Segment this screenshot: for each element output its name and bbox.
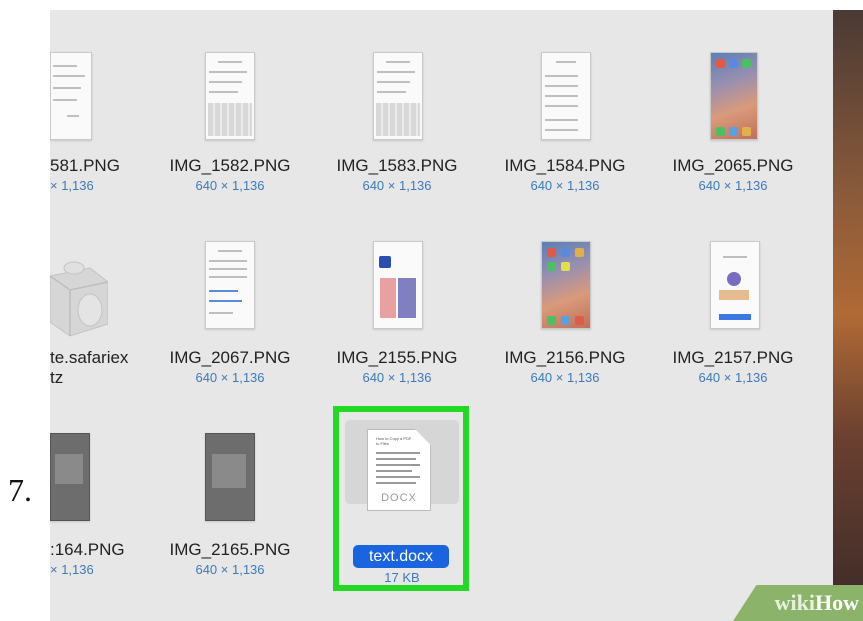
file-thumbnail[interactable] [541, 52, 591, 140]
file-size: 640 × 1,136 [195, 562, 265, 577]
file-name: IMG_2157.PNG [672, 348, 794, 367]
file-name: IMG_1583.PNG [336, 156, 458, 175]
file-item[interactable]: 581.PNG × 1,136 [50, 156, 140, 206]
file-size: 640 × 1,136 [195, 370, 265, 385]
file-size: × 1,136 [50, 562, 94, 577]
file-size: 640 × 1,136 [195, 178, 265, 193]
file-size: 640 × 1,136 [362, 178, 432, 193]
file-item[interactable]: :164.PNG × 1,136 [50, 540, 140, 590]
file-item[interactable]: IMG_1584.PNG 640 × 1,136 [495, 156, 635, 206]
file-item[interactable]: IMG_2155.PNG 640 × 1,136 [327, 348, 467, 398]
file-item[interactable]: IMG_1583.PNG 640 × 1,136 [327, 156, 467, 206]
selected-file-size: 17 KB [384, 570, 420, 585]
desktop-wallpaper [833, 10, 863, 621]
selected-file-name[interactable]: text.docx [353, 545, 449, 568]
file-thumbnail[interactable] [50, 52, 92, 140]
file-thumbnail[interactable] [373, 241, 423, 329]
file-size: 640 × 1,136 [530, 178, 600, 193]
docx-file-icon[interactable]: How to Copy a PDF to Files DOCX [367, 429, 431, 511]
file-item[interactable]: IMG_2156.PNG 640 × 1,136 [495, 348, 635, 398]
file-thumbnail[interactable] [50, 433, 90, 521]
file-thumbnail[interactable] [205, 433, 255, 521]
file-name: :164.PNG [50, 540, 125, 559]
file-thumbnail[interactable] [205, 52, 255, 140]
file-thumbnail[interactable] [373, 52, 423, 140]
file-size: 640 × 1,136 [698, 370, 768, 385]
file-size: 640 × 1,136 [362, 370, 432, 385]
file-name: 581.PNG [50, 156, 120, 175]
file-thumbnail[interactable] [710, 52, 758, 140]
file-item[interactable]: te.safariex tz [50, 348, 150, 398]
file-name: IMG_2067.PNG [169, 348, 291, 367]
file-name: IMG_1582.PNG [169, 156, 291, 175]
doc-title: How to Copy a PDF to Files [376, 436, 412, 446]
file-name: IMG_2065.PNG [672, 156, 794, 175]
file-name: IMG_2165.PNG [169, 540, 291, 559]
file-name: IMG_2156.PNG [504, 348, 626, 367]
file-name-line2: tz [50, 368, 64, 387]
file-name: IMG_1584.PNG [504, 156, 626, 175]
file-thumbnail[interactable] [541, 241, 591, 329]
file-size: × 1,136 [50, 178, 94, 193]
step-number: 7. [8, 472, 32, 508]
safari-extension-icon[interactable] [50, 248, 108, 338]
docx-label: DOCX [381, 492, 417, 504]
file-thumbnail[interactable] [710, 241, 760, 329]
file-item[interactable]: IMG_2157.PNG 640 × 1,136 [663, 348, 803, 398]
file-thumbnail[interactable] [205, 241, 255, 329]
file-item[interactable]: IMG_2067.PNG 640 × 1,136 [160, 348, 300, 398]
file-item[interactable]: IMG_2165.PNG 640 × 1,136 [160, 540, 300, 590]
file-item[interactable]: IMG_1582.PNG 640 × 1,136 [160, 156, 300, 206]
file-item[interactable]: IMG_2065.PNG 640 × 1,136 [663, 156, 803, 206]
watermark-part2: How [815, 590, 859, 615]
file-name: te.safariex [50, 348, 129, 367]
watermark-part1: wiki [774, 590, 815, 615]
file-size: 640 × 1,136 [698, 178, 768, 193]
file-size: 640 × 1,136 [530, 370, 600, 385]
file-name: IMG_2155.PNG [336, 348, 458, 367]
